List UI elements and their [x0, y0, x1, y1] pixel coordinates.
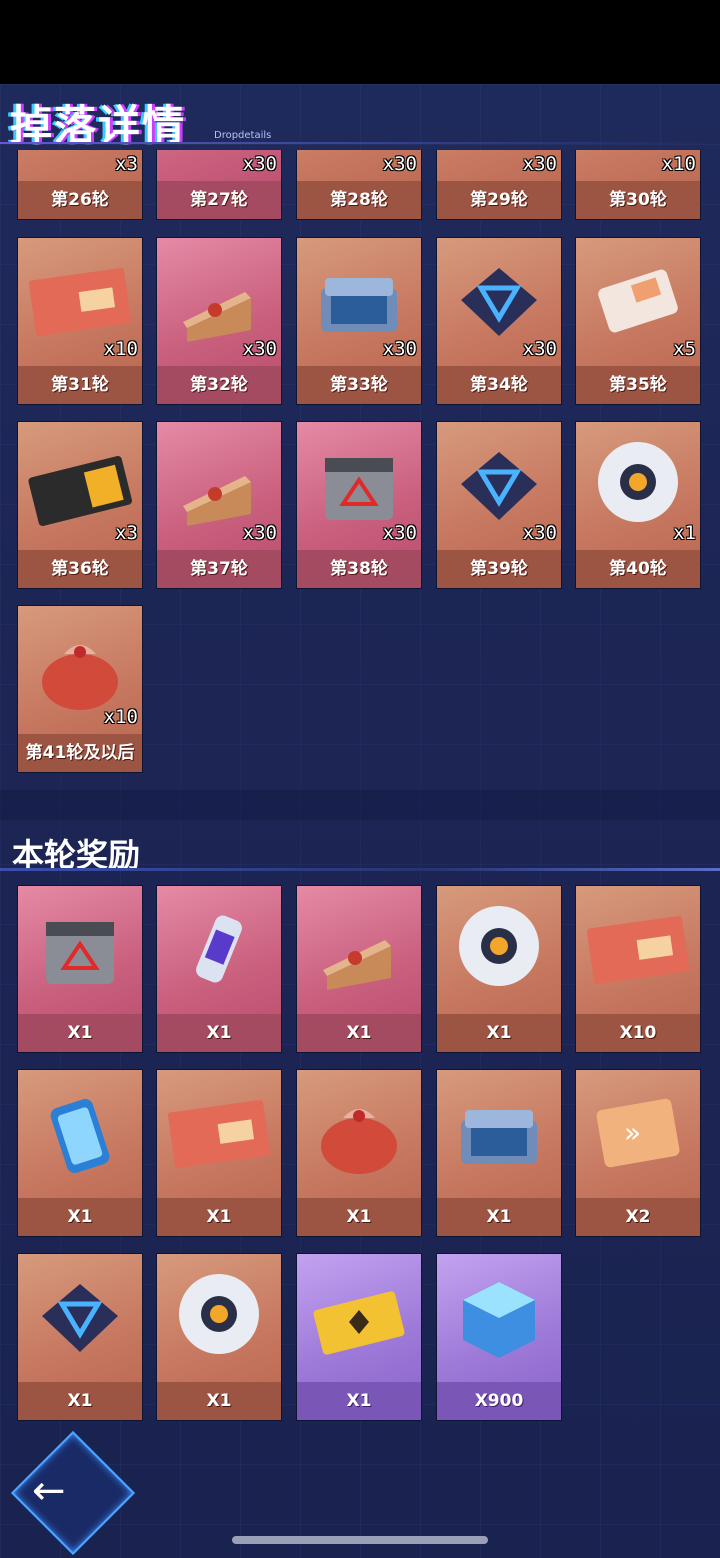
gold-card-icon [297, 1254, 421, 1380]
item-quantity: x30 [242, 338, 277, 360]
reward-quantity: X1 [18, 1382, 142, 1420]
item-quantity: x30 [382, 522, 417, 544]
reward-quantity: X1 [157, 1382, 281, 1420]
drop-round-card[interactable]: x10 第41轮及以后 [17, 605, 143, 773]
reward-card[interactable]: » X2 [575, 1069, 701, 1237]
section-divider [0, 790, 720, 820]
item-quantity: x30 [522, 522, 557, 544]
reward-card[interactable]: X1 [17, 1069, 143, 1237]
item-quantity: x30 [242, 522, 277, 544]
round-label: 第31轮 [18, 366, 142, 404]
reward-card[interactable]: X1 [156, 885, 282, 1053]
round-label: 第34轮 [437, 366, 561, 404]
reward-quantity: X1 [297, 1198, 421, 1236]
round-label: 第36轮 [18, 550, 142, 588]
round-label: 第41轮及以后 [18, 734, 142, 772]
gacha-ticket-icon [576, 886, 700, 1012]
reward-quantity: X1 [157, 1198, 281, 1236]
back-arrow-icon: ← [32, 1468, 66, 1514]
item-quantity: x30 [382, 153, 417, 175]
item-quantity: x30 [522, 153, 557, 175]
item-quantity: x5 [673, 338, 696, 360]
page-subtitle: Dropdetails [214, 130, 272, 141]
mech-icon [437, 886, 561, 1012]
reward-card[interactable]: X1 [156, 1253, 282, 1421]
reward-quantity: X1 [437, 1014, 561, 1052]
reward-quantity: X1 [297, 1014, 421, 1052]
round-label: 第33轮 [297, 366, 421, 404]
lucky-bag-icon [297, 1070, 421, 1196]
round-label: 第30轮 [576, 181, 700, 219]
reward-card[interactable]: X10 [575, 885, 701, 1053]
round-label: 第32轮 [157, 366, 281, 404]
cake-icon [297, 886, 421, 1012]
drop-round-card[interactable]: x3 第36轮 [17, 421, 143, 589]
reward-card[interactable]: X1 [156, 1069, 282, 1237]
reward-card[interactable]: X1 [436, 885, 562, 1053]
drop-round-card[interactable]: x30 第34轮 [436, 237, 562, 405]
reward-quantity: X1 [157, 1014, 281, 1052]
round-label: 第35轮 [576, 366, 700, 404]
svg-text:»: » [624, 1116, 641, 1149]
status-bar [0, 0, 720, 84]
item-quantity: x1 [673, 522, 696, 544]
round-label: 第29轮 [437, 181, 561, 219]
mech-icon [157, 1254, 281, 1380]
drop-round-card[interactable]: x1 第40轮 [575, 421, 701, 589]
round-label: 第38轮 [297, 550, 421, 588]
battery-icon [18, 1070, 142, 1196]
reward-quantity: X1 [437, 1198, 561, 1236]
round-label: 第37轮 [157, 550, 281, 588]
round-label: 第28轮 [297, 181, 421, 219]
home-indicator[interactable] [232, 1536, 488, 1544]
drop-round-card[interactable]: x30 第37轮 [156, 421, 282, 589]
item-quantity: x3 [115, 153, 138, 175]
reward-quantity: X1 [18, 1014, 142, 1052]
drop-round-card[interactable]: x30 第38轮 [296, 421, 422, 589]
round-label: 第40轮 [576, 550, 700, 588]
round-label: 第27轮 [157, 181, 281, 219]
item-quantity: x10 [661, 153, 696, 175]
reward-card[interactable]: X1 [296, 1069, 422, 1237]
energy-can-icon [157, 886, 281, 1012]
reward-quantity: X900 [437, 1382, 561, 1420]
section-underline [0, 868, 720, 871]
item-quantity: x30 [382, 338, 417, 360]
round-label: 第39轮 [437, 550, 561, 588]
reward-quantity: X10 [576, 1014, 700, 1052]
drop-round-card[interactable]: x5 第35轮 [575, 237, 701, 405]
crystal-cube-icon [437, 1254, 561, 1380]
item-quantity: x3 [115, 522, 138, 544]
title-divider [0, 142, 720, 144]
reward-card[interactable]: X900 [436, 1253, 562, 1421]
reward-quantity: X1 [18, 1198, 142, 1236]
reward-quantity: X2 [576, 1198, 700, 1236]
speed-card-icon: » [576, 1070, 700, 1196]
item-quantity: x10 [103, 338, 138, 360]
round-label: 第26轮 [18, 181, 142, 219]
supply-case-icon [437, 1070, 561, 1196]
reward-card[interactable]: X1 [17, 885, 143, 1053]
reward-card[interactable]: X1 [296, 1253, 422, 1421]
gacha-ticket-icon [157, 1070, 281, 1196]
drop-round-card[interactable]: x30 第32轮 [156, 237, 282, 405]
reward-card[interactable]: X1 [296, 885, 422, 1053]
reward-card[interactable]: X1 [436, 1069, 562, 1237]
item-quantity: x10 [103, 706, 138, 728]
reward-quantity: X1 [297, 1382, 421, 1420]
triangle-core-icon [18, 1254, 142, 1380]
item-quantity: x30 [522, 338, 557, 360]
drop-round-card[interactable]: x10 第31轮 [17, 237, 143, 405]
drop-round-card[interactable]: x30 第33轮 [296, 237, 422, 405]
reward-card[interactable]: X1 [17, 1253, 143, 1421]
drop-round-card[interactable]: x30 第39轮 [436, 421, 562, 589]
item-quantity: x30 [242, 153, 277, 175]
cube-box-icon [18, 886, 142, 1012]
